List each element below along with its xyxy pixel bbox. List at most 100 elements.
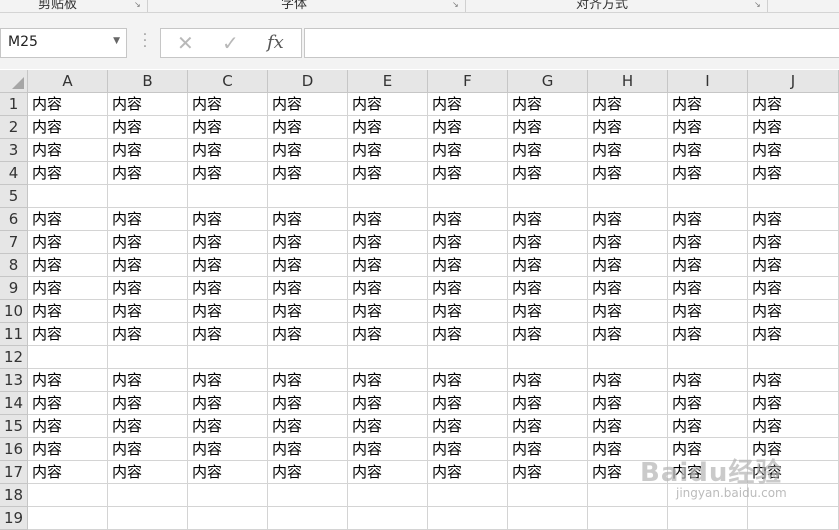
cell-a4[interactable]: 内容 — [28, 162, 108, 185]
cell-f12[interactable] — [428, 346, 508, 369]
cell-f1[interactable]: 内容 — [428, 93, 508, 116]
cell-d18[interactable] — [268, 484, 348, 507]
cell-e3[interactable]: 内容 — [348, 139, 428, 162]
cell-g16[interactable]: 内容 — [508, 438, 588, 461]
row-header[interactable]: 17 — [0, 461, 28, 484]
cell-b3[interactable]: 内容 — [108, 139, 188, 162]
cell-h10[interactable]: 内容 — [588, 300, 668, 323]
cell-d6[interactable]: 内容 — [268, 208, 348, 231]
cell-g14[interactable]: 内容 — [508, 392, 588, 415]
cell-d2[interactable]: 内容 — [268, 116, 348, 139]
cell-e18[interactable] — [348, 484, 428, 507]
cell-e13[interactable]: 内容 — [348, 369, 428, 392]
cell-f11[interactable]: 内容 — [428, 323, 508, 346]
close-icon[interactable]: ✕ — [177, 31, 194, 55]
chevron-down-icon[interactable]: ▼ — [113, 36, 120, 46]
cell-g15[interactable]: 内容 — [508, 415, 588, 438]
cell-j13[interactable]: 内容 — [748, 369, 839, 392]
cell-e2[interactable]: 内容 — [348, 116, 428, 139]
cell-h19[interactable] — [588, 507, 668, 530]
column-header-i[interactable]: I — [668, 70, 748, 93]
cell-b17[interactable]: 内容 — [108, 461, 188, 484]
cell-h11[interactable]: 内容 — [588, 323, 668, 346]
cell-g19[interactable] — [508, 507, 588, 530]
cell-h9[interactable]: 内容 — [588, 277, 668, 300]
cell-c14[interactable]: 内容 — [188, 392, 268, 415]
cell-b14[interactable]: 内容 — [108, 392, 188, 415]
cell-i5[interactable] — [668, 185, 748, 208]
cell-f8[interactable]: 内容 — [428, 254, 508, 277]
cell-h15[interactable]: 内容 — [588, 415, 668, 438]
cell-c4[interactable]: 内容 — [188, 162, 268, 185]
cell-j15[interactable]: 内容 — [748, 415, 839, 438]
cell-b4[interactable]: 内容 — [108, 162, 188, 185]
column-header-a[interactable]: A — [28, 70, 108, 93]
select-all-button[interactable] — [0, 70, 28, 93]
cell-i2[interactable]: 内容 — [668, 116, 748, 139]
cell-e5[interactable] — [348, 185, 428, 208]
cell-h3[interactable]: 内容 — [588, 139, 668, 162]
cell-a19[interactable] — [28, 507, 108, 530]
row-header[interactable]: 10 — [0, 300, 28, 323]
cell-a8[interactable]: 内容 — [28, 254, 108, 277]
cell-a13[interactable]: 内容 — [28, 369, 108, 392]
cell-d4[interactable]: 内容 — [268, 162, 348, 185]
cell-b19[interactable] — [108, 507, 188, 530]
cell-j8[interactable]: 内容 — [748, 254, 839, 277]
cell-h13[interactable]: 内容 — [588, 369, 668, 392]
cell-f16[interactable]: 内容 — [428, 438, 508, 461]
cell-g5[interactable] — [508, 185, 588, 208]
cell-c2[interactable]: 内容 — [188, 116, 268, 139]
cell-i7[interactable]: 内容 — [668, 231, 748, 254]
cell-b7[interactable]: 内容 — [108, 231, 188, 254]
cell-g10[interactable]: 内容 — [508, 300, 588, 323]
cell-f18[interactable] — [428, 484, 508, 507]
cell-c19[interactable] — [188, 507, 268, 530]
cell-e16[interactable]: 内容 — [348, 438, 428, 461]
row-header[interactable]: 14 — [0, 392, 28, 415]
cell-b11[interactable]: 内容 — [108, 323, 188, 346]
cell-i4[interactable]: 内容 — [668, 162, 748, 185]
cell-f3[interactable]: 内容 — [428, 139, 508, 162]
cell-f4[interactable]: 内容 — [428, 162, 508, 185]
cell-e12[interactable] — [348, 346, 428, 369]
cell-a3[interactable]: 内容 — [28, 139, 108, 162]
cell-c11[interactable]: 内容 — [188, 323, 268, 346]
cell-g3[interactable]: 内容 — [508, 139, 588, 162]
cell-d16[interactable]: 内容 — [268, 438, 348, 461]
column-header-j[interactable]: J — [748, 70, 839, 93]
cell-d1[interactable]: 内容 — [268, 93, 348, 116]
row-header[interactable]: 6 — [0, 208, 28, 231]
cell-e4[interactable]: 内容 — [348, 162, 428, 185]
cell-i9[interactable]: 内容 — [668, 277, 748, 300]
cell-f15[interactable]: 内容 — [428, 415, 508, 438]
cell-c6[interactable]: 内容 — [188, 208, 268, 231]
cell-h12[interactable] — [588, 346, 668, 369]
row-header[interactable]: 15 — [0, 415, 28, 438]
cell-h6[interactable]: 内容 — [588, 208, 668, 231]
cell-i19[interactable] — [668, 507, 748, 530]
cell-j10[interactable]: 内容 — [748, 300, 839, 323]
cell-j19[interactable] — [748, 507, 839, 530]
cell-c3[interactable]: 内容 — [188, 139, 268, 162]
cell-c16[interactable]: 内容 — [188, 438, 268, 461]
cell-f5[interactable] — [428, 185, 508, 208]
cell-d13[interactable]: 内容 — [268, 369, 348, 392]
row-header[interactable]: 5 — [0, 185, 28, 208]
cell-h2[interactable]: 内容 — [588, 116, 668, 139]
clipboard-dialog-launcher-icon[interactable]: ↘ — [134, 1, 142, 9]
cell-b10[interactable]: 内容 — [108, 300, 188, 323]
cell-f19[interactable] — [428, 507, 508, 530]
cell-a10[interactable]: 内容 — [28, 300, 108, 323]
row-header[interactable]: 7 — [0, 231, 28, 254]
name-box[interactable]: M25 ▼ — [0, 28, 127, 58]
cell-g8[interactable]: 内容 — [508, 254, 588, 277]
cell-a9[interactable]: 内容 — [28, 277, 108, 300]
cell-a6[interactable]: 内容 — [28, 208, 108, 231]
cell-e7[interactable]: 内容 — [348, 231, 428, 254]
cell-e17[interactable]: 内容 — [348, 461, 428, 484]
cell-c13[interactable]: 内容 — [188, 369, 268, 392]
cell-g12[interactable] — [508, 346, 588, 369]
cell-j5[interactable] — [748, 185, 839, 208]
alignment-dialog-launcher-icon[interactable]: ↘ — [754, 1, 762, 9]
